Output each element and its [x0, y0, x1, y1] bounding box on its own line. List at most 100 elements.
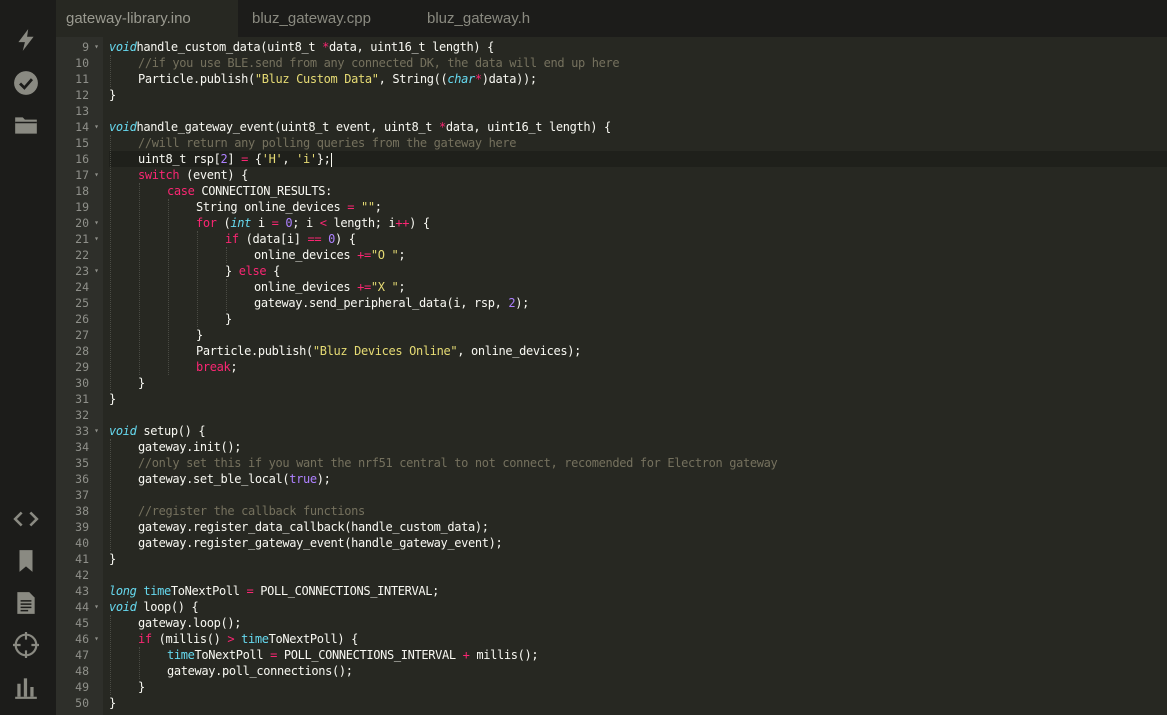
- code-token: }: [196, 328, 203, 342]
- tab-bluz-gateway-cpp[interactable]: bluz_gateway.cpp: [242, 0, 412, 37]
- code-token: +: [462, 648, 470, 662]
- code-editor[interactable]: 9 ▾ 10 11 12 13 14 ▾ 15 16 17 ▾ 18 19 20 ▾ 21 ▾ 22 23 ▾ 24 25 2…: [56, 37, 1167, 715]
- line-number-text: 14: [75, 120, 89, 134]
- code-line[interactable]: }: [109, 679, 1167, 695]
- code-token: ;: [398, 280, 406, 294]
- code-line[interactable]: Particle.publish("Bluz Devices Online", …: [109, 343, 1167, 359]
- flash-icon[interactable]: [10, 24, 42, 56]
- code-line[interactable]: if (data[i] == 0) {: [109, 231, 1167, 247]
- fold-arrow-icon[interactable]: ▾: [94, 119, 99, 135]
- fold-arrow-icon[interactable]: ▾: [94, 231, 99, 247]
- code-line[interactable]: gateway.set_ble_local(true);: [109, 471, 1167, 487]
- code-line[interactable]: [109, 487, 1167, 503]
- code-token: time: [143, 584, 171, 598]
- fold-arrow-icon[interactable]: ▾: [94, 631, 99, 647]
- code-line[interactable]: case CONNECTION_RESULTS:: [109, 183, 1167, 199]
- code-line[interactable]: void setup() {: [109, 423, 1167, 439]
- code-token: i: [251, 216, 272, 230]
- fold-arrow-icon[interactable]: ▾: [94, 423, 99, 439]
- line-number-text: 27: [75, 328, 89, 342]
- code-line[interactable]: [109, 407, 1167, 423]
- code-line[interactable]: //register the callback functions: [109, 503, 1167, 519]
- line-number: 25: [56, 295, 103, 311]
- code-token: ToNextPoll) {: [268, 632, 359, 646]
- line-number: 44 ▾: [56, 599, 103, 615]
- line-number-text: 41: [75, 552, 89, 566]
- verify-icon[interactable]: [10, 67, 42, 99]
- code-token: *: [322, 40, 329, 54]
- code-line[interactable]: voidhandle_custom_data(uint8_t *data, ui…: [109, 39, 1167, 55]
- code-line[interactable]: //if you use BLE.send from any connected…: [109, 55, 1167, 71]
- code-line[interactable]: switch (event) {: [109, 167, 1167, 183]
- code-line[interactable]: long timeToNextPoll = POLL_CONNECTIONS_I…: [109, 583, 1167, 599]
- folder-icon[interactable]: [10, 109, 42, 141]
- bookmark-icon[interactable]: [10, 545, 42, 577]
- code-line[interactable]: if (millis() > timeToNextPoll) {: [109, 631, 1167, 647]
- code-token: else: [238, 264, 267, 278]
- code-line[interactable]: gateway.register_data_callback(handle_cu…: [109, 519, 1167, 535]
- target-icon[interactable]: [10, 629, 42, 661]
- code-line[interactable]: online_devices +="O ";: [109, 247, 1167, 263]
- indent-guide: [139, 647, 140, 679]
- indent-guide: [139, 183, 140, 375]
- code-line[interactable]: }: [109, 695, 1167, 711]
- code-line[interactable]: for (int i = 0; i < length; i++) {: [109, 215, 1167, 231]
- chart-icon[interactable]: [10, 671, 42, 703]
- fold-arrow-icon[interactable]: ▾: [94, 263, 99, 279]
- code-token: uint8_t rsp[: [138, 152, 221, 166]
- code-line[interactable]: gateway.init();: [109, 439, 1167, 455]
- code-token: online_devices: [254, 280, 358, 294]
- code-line[interactable]: //will return any polling queries from t…: [109, 135, 1167, 151]
- code-token: "X ": [370, 280, 399, 294]
- line-number: 48: [56, 663, 103, 679]
- code-token: "Bluz Custom Data": [254, 72, 379, 86]
- code-line[interactable]: [109, 103, 1167, 119]
- fold-arrow-icon[interactable]: ▾: [94, 167, 99, 183]
- code-token: ) {: [335, 232, 356, 246]
- line-number: 34: [56, 439, 103, 455]
- line-number-text: 49: [75, 680, 89, 694]
- code-line[interactable]: break;: [109, 359, 1167, 375]
- code-line[interactable]: void loop() {: [109, 599, 1167, 615]
- code-token: }: [225, 264, 239, 278]
- code-token: ToNextPoll: [170, 584, 247, 598]
- code-token: }: [109, 392, 116, 406]
- code-line[interactable]: gateway.send_peripheral_data(i, rsp, 2);: [109, 295, 1167, 311]
- code-line[interactable]: online_devices +="X ";: [109, 279, 1167, 295]
- fold-arrow-icon[interactable]: ▾: [94, 215, 99, 231]
- code-line[interactable]: //only set this if you want the nrf51 ce…: [109, 455, 1167, 471]
- code-token: ) {: [409, 216, 430, 230]
- document-icon[interactable]: [10, 587, 42, 619]
- code-token: //will return any polling queries from t…: [138, 136, 517, 150]
- code-line[interactable]: uint8_t rsp[2] = {'H', 'i'};: [109, 151, 1167, 167]
- code-token: char: [447, 72, 475, 86]
- code-token: //register the callback functions: [138, 504, 365, 518]
- tab-gateway-library-ino[interactable]: gateway-library.ino: [56, 0, 238, 37]
- line-number-text: 32: [75, 408, 89, 422]
- code-line[interactable]: voidhandle_gateway_event(uint8_t event, …: [109, 119, 1167, 135]
- tab-bluz-gateway-h[interactable]: bluz_gateway.h: [417, 0, 577, 37]
- code-token: case: [167, 184, 195, 198]
- fold-arrow-icon[interactable]: ▾: [94, 599, 99, 615]
- line-number-text: 26: [75, 312, 89, 326]
- code-line[interactable]: gateway.loop();: [109, 615, 1167, 631]
- code-line[interactable]: Particle.publish("Bluz Custom Data", Str…: [109, 71, 1167, 87]
- fold-arrow-icon[interactable]: ▾: [94, 39, 99, 55]
- code-token: int: [230, 216, 251, 230]
- code-line[interactable]: } else {: [109, 263, 1167, 279]
- code-token: //only set this if you want the nrf51 ce…: [138, 456, 778, 470]
- code-icon[interactable]: [10, 503, 42, 535]
- code-line[interactable]: }: [109, 327, 1167, 343]
- code-token: gateway.poll_connections();: [167, 664, 353, 678]
- code-line[interactable]: }: [109, 311, 1167, 327]
- code-line[interactable]: gateway.register_gateway_event(handle_ga…: [109, 535, 1167, 551]
- code-line[interactable]: [109, 567, 1167, 583]
- code-line[interactable]: }: [109, 375, 1167, 391]
- code-line[interactable]: gateway.poll_connections();: [109, 663, 1167, 679]
- indent-guide: [226, 279, 227, 311]
- code-line[interactable]: timeToNextPoll = POLL_CONNECTIONS_INTERV…: [109, 647, 1167, 663]
- code-line[interactable]: }: [109, 551, 1167, 567]
- code-line[interactable]: String online_devices = "";: [109, 199, 1167, 215]
- code-line[interactable]: }: [109, 87, 1167, 103]
- code-line[interactable]: }: [109, 391, 1167, 407]
